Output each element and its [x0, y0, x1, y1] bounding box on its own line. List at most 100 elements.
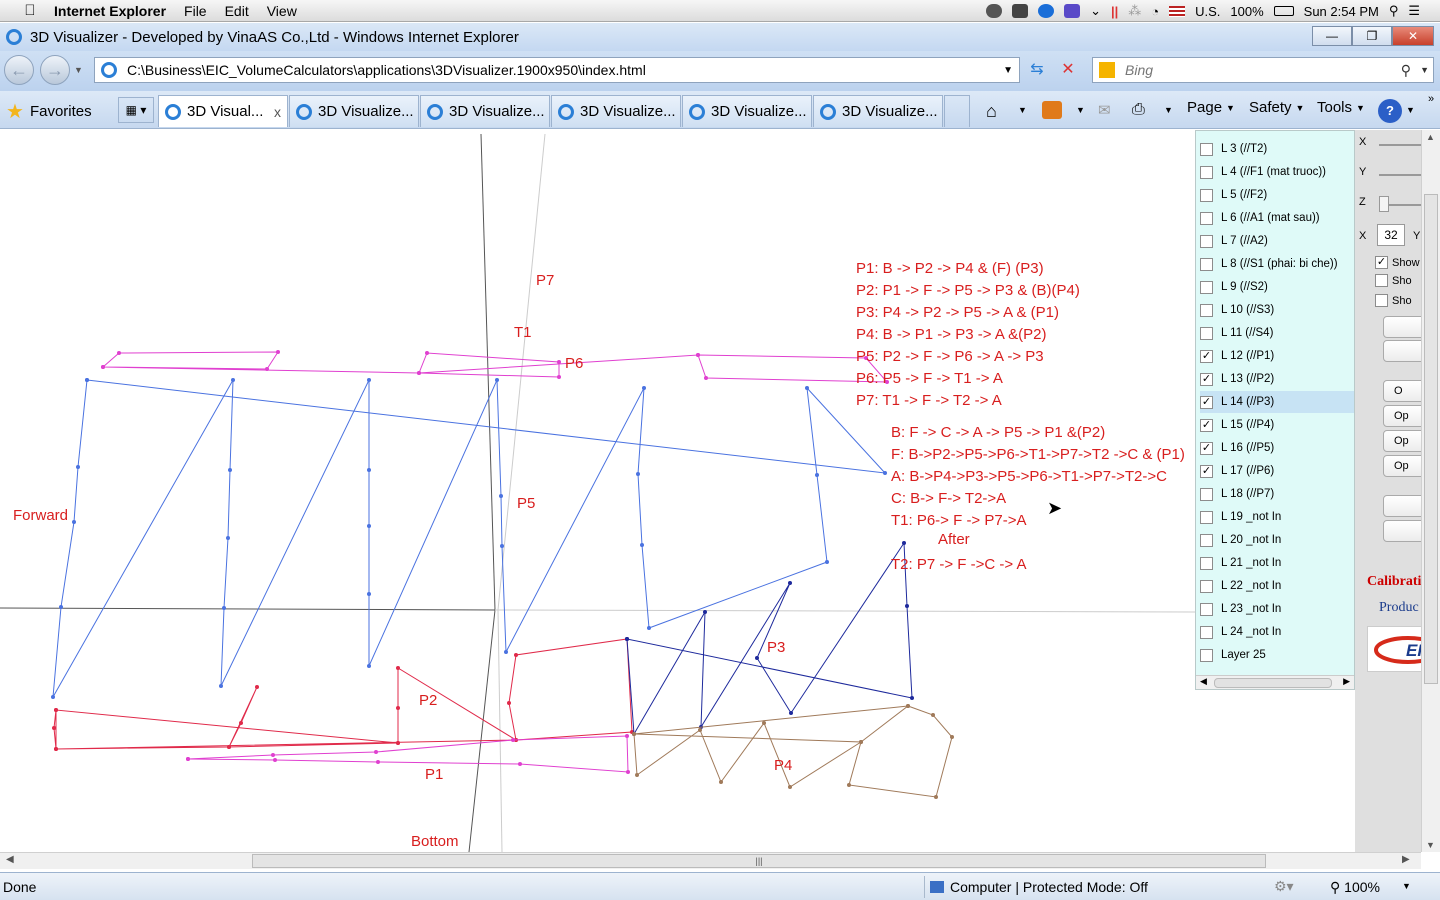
page-menu[interactable]: Page ▼	[1187, 99, 1235, 116]
rss-icon[interactable]	[1042, 101, 1062, 119]
vertex-point[interactable]	[271, 753, 275, 757]
input-source[interactable]: U.S.	[1195, 4, 1220, 19]
layer-item[interactable]: L 9 (//S2)	[1200, 276, 1354, 298]
layer-item[interactable]: L 3 (//T2)	[1200, 138, 1354, 160]
vertex-point[interactable]	[625, 734, 629, 738]
scroll-up-icon[interactable]: ▲	[1426, 132, 1435, 142]
red-bottom-shape[interactable]	[53, 638, 633, 750]
print-dropdown-icon[interactable]: ▼	[1164, 105, 1184, 123]
vertex-point[interactable]	[239, 721, 243, 725]
battery-percent[interactable]: 100%	[1230, 4, 1263, 19]
layer-item[interactable]: L 7 (//A2)	[1200, 230, 1354, 252]
layer-checkbox[interactable]	[1200, 142, 1213, 156]
layer-checkbox[interactable]: ✓	[1200, 349, 1213, 363]
vertex-point[interactable]	[805, 386, 809, 390]
close-window-button[interactable]: ✕	[1392, 26, 1434, 46]
layer-checkbox[interactable]: ✓	[1200, 372, 1213, 386]
vertex-point[interactable]	[222, 606, 226, 610]
vertex-point[interactable]	[367, 524, 371, 528]
x-value-input[interactable]: 32	[1377, 224, 1405, 246]
checkbox[interactable]	[1375, 274, 1388, 287]
zoom-control[interactable]: ⚲ 100%	[1330, 879, 1380, 896]
vertex-point[interactable]	[367, 592, 371, 596]
vertex-point[interactable]	[704, 376, 708, 380]
layer-panel-scrollbar[interactable]: ◀ ▶	[1196, 675, 1354, 689]
wifi-icon[interactable]: ◔	[1151, 4, 1159, 19]
layer-checkbox[interactable]	[1200, 257, 1213, 271]
vertex-point[interactable]	[54, 708, 58, 712]
visualizer-canvas[interactable]: Forward Bottom After P7 T1 P6 P5 P3 P2 P…	[0, 130, 1195, 852]
mail-icon[interactable]: ✉	[1098, 101, 1118, 119]
layer-item[interactable]: ✓ L 12 (//P1)	[1200, 345, 1354, 367]
rotate-z-slider-thumb[interactable]	[1379, 196, 1389, 212]
app-menu[interactable]: Internet Explorer	[54, 3, 166, 19]
checkbox[interactable]: ✓	[1375, 256, 1388, 269]
scroll-right-icon[interactable]: ▶	[1402, 854, 1410, 865]
vertex-point[interactable]	[219, 684, 223, 688]
layer-item[interactable]: ✓ L 14 (//P3)	[1200, 391, 1354, 413]
vertex-point[interactable]	[396, 741, 400, 745]
scroll-thumb[interactable]	[1424, 194, 1438, 684]
vertex-point[interactable]	[518, 762, 522, 766]
tab-4[interactable]: 3D Visualize...	[551, 95, 681, 127]
vertex-point[interactable]	[417, 371, 421, 375]
vertex-point[interactable]	[500, 544, 504, 548]
show-option-2[interactable]: Sho	[1375, 274, 1412, 287]
vertex-point[interactable]	[906, 704, 910, 708]
layer-item[interactable]: Layer 25	[1200, 644, 1354, 666]
layer-item[interactable]: L 4 (//F1 (mat truoc))	[1200, 161, 1354, 183]
open-button-3[interactable]: Op	[1383, 430, 1421, 452]
scroll-down-icon[interactable]: ▼	[1426, 840, 1435, 850]
magenta-top-shape[interactable]	[102, 351, 889, 383]
security-zone[interactable]: Computer | Protected Mode: Off	[930, 879, 1148, 895]
tab-1[interactable]: 3D Visual... x	[158, 95, 288, 127]
layer-checkbox[interactable]	[1200, 188, 1213, 202]
app-status-icon[interactable]	[1012, 4, 1029, 18]
scroll-left-icon[interactable]: ◀	[6, 854, 14, 865]
layer-checkbox[interactable]	[1200, 326, 1213, 340]
search-placeholder[interactable]: Bing	[1125, 62, 1153, 78]
vertex-point[interactable]	[367, 468, 371, 472]
vertex-point[interactable]	[255, 685, 259, 689]
vertex-point[interactable]	[117, 351, 121, 355]
open-button-2[interactable]: Op	[1383, 405, 1421, 427]
minimize-button[interactable]: —	[1312, 26, 1352, 46]
vertex-point[interactable]	[227, 745, 231, 749]
skype-icon[interactable]	[1038, 4, 1055, 18]
layer-item[interactable]: L 24 _not In	[1200, 621, 1354, 643]
layer-item[interactable]: L 23 _not In	[1200, 598, 1354, 620]
vertex-point[interactable]	[226, 536, 230, 540]
vertex-point[interactable]	[703, 610, 707, 614]
layer-checkbox[interactable]	[1200, 211, 1213, 225]
layer-checkbox[interactable]: ✓	[1200, 418, 1213, 432]
vertex-point[interactable]	[647, 626, 651, 630]
layer-item[interactable]: L 20 _not In	[1200, 529, 1354, 551]
vertex-point[interactable]	[495, 378, 499, 382]
address-bar[interactable]: C:\Business\EIC_VolumeCalculators\applic…	[94, 57, 1020, 83]
vertex-point[interactable]	[54, 747, 58, 751]
home-dropdown-icon[interactable]: ▼	[1018, 105, 1038, 123]
vertex-point[interactable]	[902, 541, 906, 545]
vertex-point[interactable]	[557, 375, 561, 379]
popup-blocker-icon[interactable]: ⚙▾	[1274, 878, 1294, 895]
vertex-point[interactable]	[696, 353, 700, 357]
layer-item[interactable]: L 6 (//A1 (mat sau))	[1200, 207, 1354, 229]
vertex-point[interactable]	[85, 378, 89, 382]
blue-panel-shape[interactable]	[52, 379, 887, 698]
status-icon[interactable]	[1064, 4, 1081, 18]
tab-close-icon[interactable]: x	[274, 104, 281, 120]
vertex-point[interactable]	[186, 757, 190, 761]
vertex-point[interactable]	[228, 468, 232, 472]
toolbar-overflow-icon[interactable]: »	[1428, 93, 1440, 111]
layer-item[interactable]: L 5 (//F2)	[1200, 184, 1354, 206]
layer-item[interactable]: ✓ L 13 (//P2)	[1200, 368, 1354, 390]
tab-5[interactable]: 3D Visualize...	[682, 95, 812, 127]
history-dropdown-icon[interactable]: ▼	[74, 65, 83, 75]
bluetooth-icon[interactable]: ⁂	[1128, 3, 1141, 19]
quick-tabs-button[interactable]: ▦ ▾	[118, 97, 154, 123]
vertex-point[interactable]	[931, 713, 935, 717]
tab-2[interactable]: 3D Visualize...	[289, 95, 419, 127]
vertex-point[interactable]	[511, 738, 515, 742]
vertex-point[interactable]	[265, 367, 269, 371]
horizontal-scrollbar[interactable]: ◀ ||| ▶	[0, 852, 1421, 869]
